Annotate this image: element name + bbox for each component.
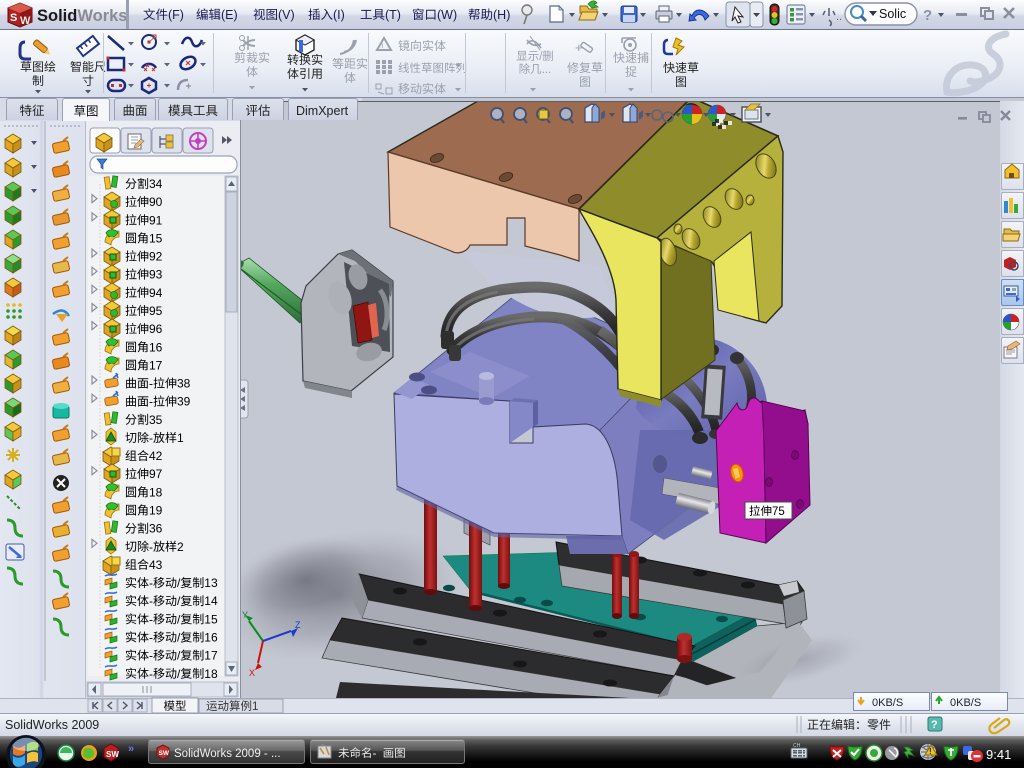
svg-text:9:41: 9:41 bbox=[986, 747, 1011, 762]
svg-text:DimXpert: DimXpert bbox=[296, 104, 349, 118]
svg-text:Y: Y bbox=[242, 610, 248, 620]
svg-text:90: 90 bbox=[149, 195, 163, 209]
svg-text:39: 39 bbox=[177, 395, 191, 409]
svg-text:-: - bbox=[149, 540, 153, 554]
svg-text:97: 97 bbox=[149, 467, 163, 481]
svg-text:16: 16 bbox=[204, 631, 218, 645]
svg-text:1: 1 bbox=[252, 701, 258, 713]
svg-text:-: - bbox=[149, 667, 153, 681]
svg-text:-: - bbox=[149, 431, 153, 445]
svg-text:(T): (T) bbox=[385, 8, 401, 22]
svg-text:SW: SW bbox=[159, 750, 170, 757]
svg-text:(E): (E) bbox=[221, 8, 238, 22]
svg-text:X: X bbox=[249, 668, 255, 678]
svg-text:36: 36 bbox=[149, 522, 163, 536]
svg-text:14: 14 bbox=[204, 594, 218, 608]
svg-text:95: 95 bbox=[149, 304, 163, 318]
svg-text:18: 18 bbox=[149, 485, 163, 499]
svg-text:!: ! bbox=[381, 42, 384, 52]
svg-text:(H): (H) bbox=[493, 8, 510, 22]
svg-text:?: ? bbox=[931, 719, 938, 731]
svg-text:91: 91 bbox=[149, 213, 163, 227]
svg-text:18: 18 bbox=[204, 667, 218, 681]
svg-text:!: ! bbox=[929, 747, 932, 756]
svg-text:-: - bbox=[149, 612, 153, 626]
svg-text:34: 34 bbox=[149, 177, 163, 191]
svg-text:-: - bbox=[149, 576, 153, 590]
svg-text:-: - bbox=[149, 377, 153, 391]
svg-text:94: 94 bbox=[149, 286, 163, 300]
svg-text:42: 42 bbox=[149, 449, 163, 463]
svg-text:..: .. bbox=[836, 11, 842, 23]
svg-text:13: 13 bbox=[204, 576, 218, 590]
svg-text:»: » bbox=[128, 743, 134, 755]
svg-text:75: 75 bbox=[772, 506, 785, 518]
svg-text:-: - bbox=[149, 594, 153, 608]
svg-text:?: ? bbox=[923, 7, 932, 24]
svg-text:1: 1 bbox=[177, 431, 184, 445]
svg-text:17: 17 bbox=[204, 649, 218, 663]
svg-text:SW: SW bbox=[106, 750, 119, 759]
svg-text:/: / bbox=[539, 51, 543, 63]
svg-text:SolidWorks 2009 - ...: SolidWorks 2009 - ... bbox=[174, 748, 281, 760]
svg-text:Solic: Solic bbox=[879, 7, 906, 21]
svg-text:15: 15 bbox=[149, 231, 163, 245]
svg-text:0KB/S: 0KB/S bbox=[950, 697, 981, 709]
svg-text:(F): (F) bbox=[168, 8, 184, 22]
svg-text:16: 16 bbox=[149, 340, 163, 354]
svg-text:-: - bbox=[149, 631, 153, 645]
svg-text:(I): (I) bbox=[333, 8, 345, 22]
svg-text:-: - bbox=[373, 748, 377, 760]
svg-text:(W): (W) bbox=[437, 8, 457, 22]
svg-text:96: 96 bbox=[149, 322, 163, 336]
svg-text:35: 35 bbox=[149, 413, 163, 427]
svg-text:93: 93 bbox=[149, 268, 163, 282]
svg-text:38: 38 bbox=[177, 377, 191, 391]
svg-text:92: 92 bbox=[149, 250, 163, 264]
svg-text:0KB/S: 0KB/S bbox=[872, 697, 903, 709]
svg-text:-: - bbox=[149, 649, 153, 663]
svg-text:W: W bbox=[20, 15, 31, 27]
svg-text:19: 19 bbox=[149, 504, 163, 518]
svg-text:SolidWorks: SolidWorks bbox=[37, 7, 127, 25]
svg-text:17: 17 bbox=[149, 358, 163, 372]
svg-text:Z: Z bbox=[295, 620, 301, 630]
svg-text:CH: CH bbox=[793, 743, 801, 749]
svg-text:S: S bbox=[10, 12, 17, 24]
svg-text:43: 43 bbox=[149, 558, 163, 572]
svg-text:-: - bbox=[149, 395, 153, 409]
svg-text:(V): (V) bbox=[278, 8, 295, 22]
svg-text:2: 2 bbox=[177, 540, 184, 554]
svg-text:15: 15 bbox=[204, 612, 218, 626]
svg-text:SolidWorks 2009: SolidWorks 2009 bbox=[5, 718, 99, 732]
svg-text:...: ... bbox=[542, 64, 552, 76]
